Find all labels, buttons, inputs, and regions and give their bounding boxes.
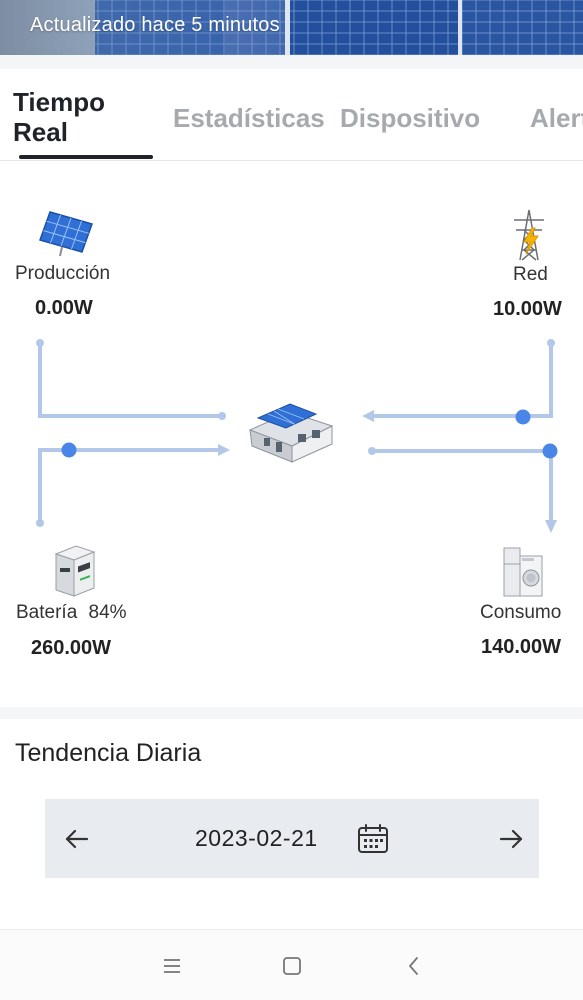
home-square-icon[interactable] (280, 954, 304, 978)
consumption-label: Consumo (480, 602, 562, 623)
consumption-flow-arrowhead (545, 520, 557, 533)
calendar-icon[interactable] (357, 823, 389, 855)
active-tab-indicator (19, 155, 153, 159)
battery-flow-line (38, 448, 224, 525)
back-chevron-icon[interactable] (402, 954, 426, 978)
section-divider-2 (0, 707, 583, 719)
consumption-value: 140.00W (481, 636, 562, 658)
production-flow-line (38, 341, 224, 418)
tab-device[interactable]: Dispositivo (340, 103, 480, 134)
flow-lines (36, 209, 558, 597)
section-divider (0, 55, 583, 69)
grid-label: Red (513, 264, 548, 285)
solar-panel-icon (39, 211, 93, 257)
battery-percent: 84% (88, 602, 127, 623)
tab-alerts[interactable]: Alert (530, 103, 583, 134)
production-label: Producción (15, 263, 111, 284)
grid-flow-line (370, 341, 553, 418)
battery-flow-dot (61, 442, 77, 458)
battery-line-end-dot (36, 519, 44, 527)
arrow-right-icon[interactable] (493, 821, 529, 857)
tab-real-time-line1: Tiempo (13, 87, 105, 117)
date-selector: 2023-02-21 (45, 799, 539, 878)
grid-flow-dot (515, 409, 531, 425)
battery-label-row: Batería 84% (16, 602, 127, 624)
daily-trend-section: Tendencia Diaria 2023-02-21 (0, 719, 583, 929)
tab-statistics[interactable]: Estadísticas (173, 103, 325, 134)
house-icon (248, 403, 334, 463)
daily-trend-title: Tendencia Diaria (15, 739, 202, 767)
selected-date[interactable]: 2023-02-21 (195, 825, 318, 852)
updated-status-text: Actualizado hace 5 minutos (30, 14, 280, 36)
production-line-end-dot (36, 339, 44, 347)
battery-flow-arrowhead (218, 444, 230, 456)
grid-flow-arrowhead (362, 410, 374, 422)
appliances-icon (503, 547, 543, 597)
tab-real-time-line2: Real (13, 117, 68, 147)
header-banner: Actualizado hace 5 minutos (0, 0, 583, 55)
tab-real-time[interactable]: Tiempo Real (13, 87, 105, 147)
energy-flow-panel: Producción 0.00W Red 10.00W Batería 84% … (0, 162, 583, 707)
production-line-end-dot-2 (218, 412, 226, 420)
tab-bar: Tiempo Real Estadísticas Dispositivo Ale… (0, 69, 583, 161)
production-value: 0.00W (35, 297, 93, 319)
arrow-left-icon[interactable] (59, 821, 95, 857)
battery-cabinet-icon (54, 545, 96, 597)
battery-value: 260.00W (31, 637, 112, 659)
grid-line-end-dot (547, 339, 555, 347)
consumption-line-start-dot (368, 447, 376, 455)
consumption-flow-dot (542, 443, 558, 459)
battery-label: Batería (16, 602, 78, 623)
menu-icon[interactable] (160, 954, 184, 978)
power-tower-icon (514, 209, 544, 261)
system-navigation-bar (0, 929, 583, 1000)
consumption-flow-line (370, 449, 553, 524)
grid-value: 10.00W (493, 298, 562, 320)
